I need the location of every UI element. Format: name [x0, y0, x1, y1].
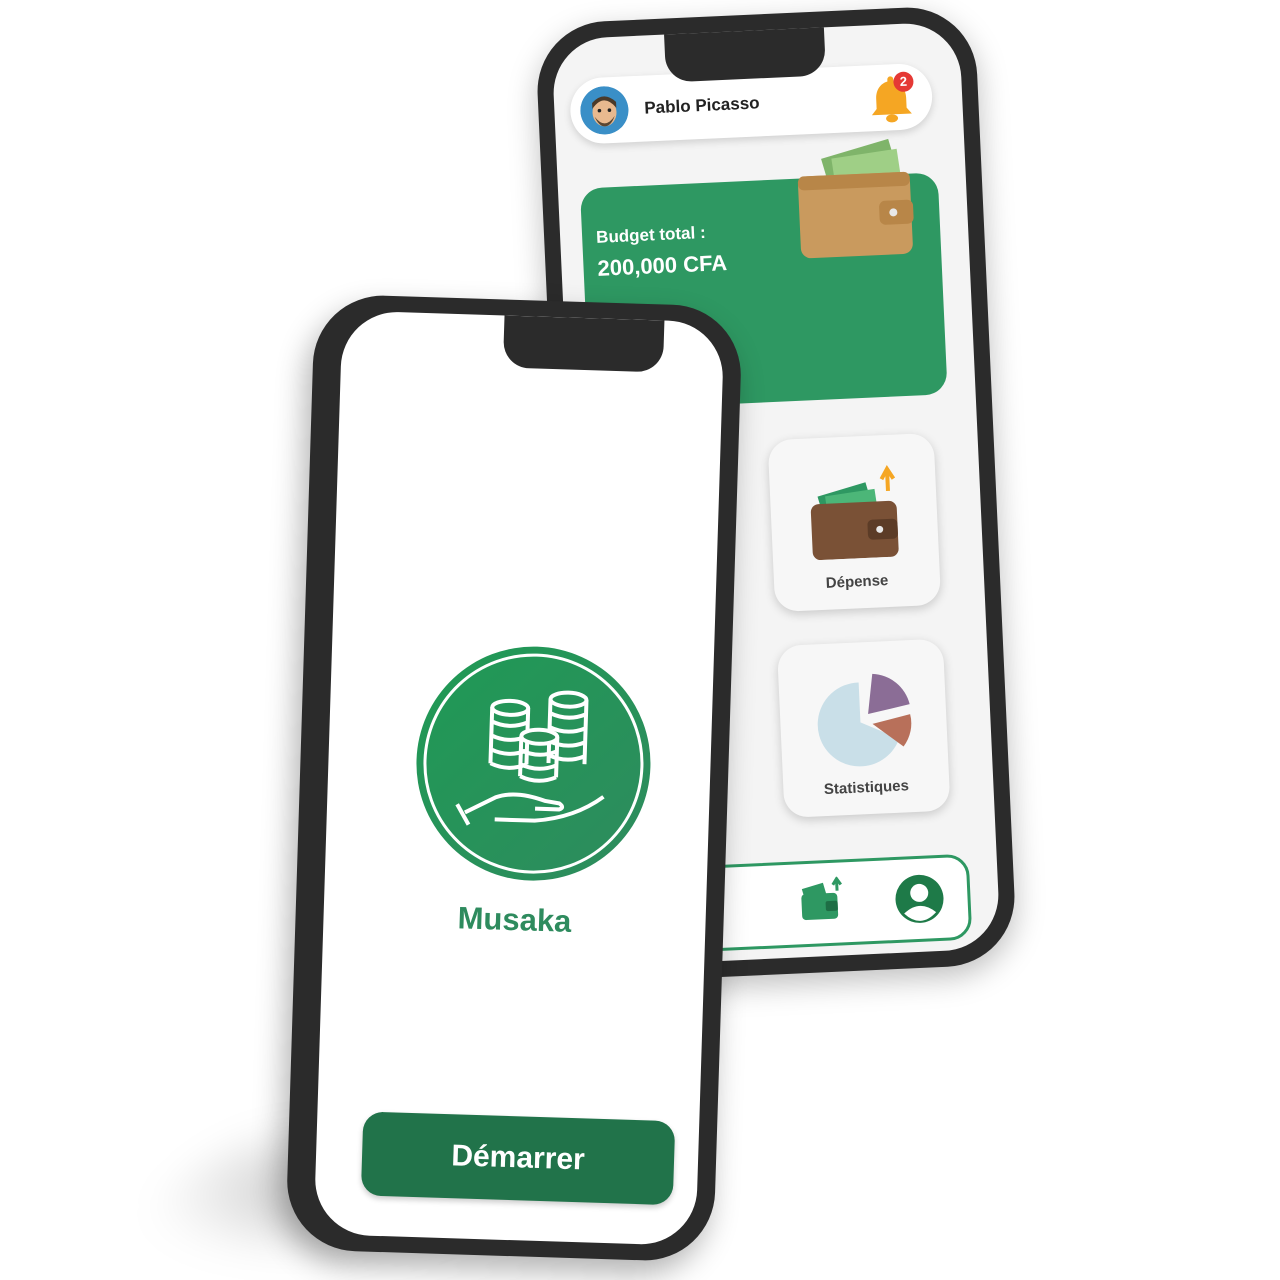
start-button[interactable]: Démarrer — [360, 1111, 676, 1206]
tile-label: Statistiques — [823, 777, 910, 799]
front-phone: Musaka Démarrer — [285, 293, 743, 1263]
app-name: Musaka — [457, 900, 572, 939]
pie-chart-icon — [817, 673, 912, 767]
front-phone-screen: Musaka Démarrer — [313, 310, 725, 1246]
profile-icon[interactable] — [892, 872, 946, 926]
notification-bell[interactable]: 2 — [863, 69, 919, 125]
phone-notch — [663, 25, 827, 83]
budget-value: 200,000 CFA — [597, 249, 728, 281]
user-name: Pablo Picasso — [643, 93, 760, 118]
budget-label: Budget total : — [595, 222, 707, 247]
phone-notch — [502, 315, 665, 373]
avatar[interactable] — [579, 85, 630, 136]
wallet-icon[interactable] — [796, 876, 848, 924]
tile-depense[interactable]: Dépense — [767, 432, 942, 613]
coins-hand-icon — [455, 690, 605, 826]
app-logo — [412, 642, 655, 885]
tile-label: Dépense — [825, 572, 889, 592]
wallet-expense-icon — [810, 465, 899, 561]
wallet-icon — [797, 138, 914, 259]
tile-statistiques[interactable]: Statistiques — [776, 638, 951, 818]
